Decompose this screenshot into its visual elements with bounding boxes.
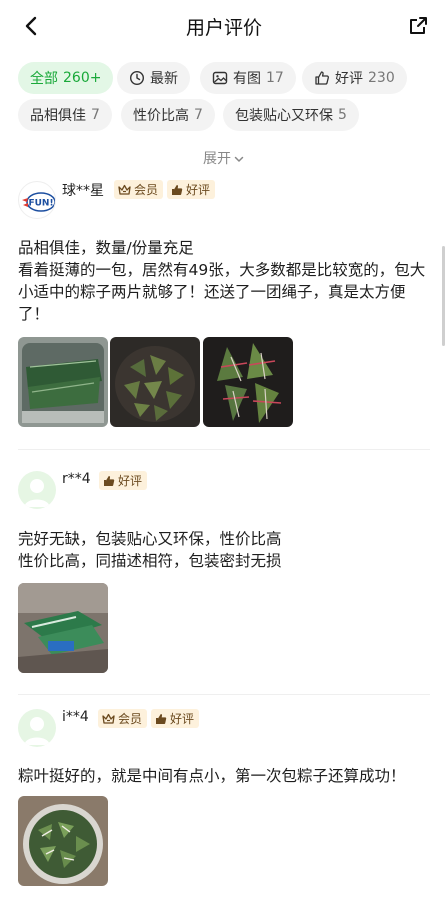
logo-text: FUN! — [28, 199, 53, 209]
filter-chip-latest[interactable]: 最新 — [117, 62, 190, 94]
review-text: 品相俱佳，数量/份量充足 看着挺薄的一包，居然有49张，大多数都是比较宽的，包大… — [18, 237, 430, 325]
zongzi-basket-photo — [18, 796, 108, 886]
rating-badge-label: 好评 — [118, 474, 143, 488]
review-photo[interactable] — [18, 583, 108, 673]
filter-label: 包装贴心又环保 — [235, 108, 333, 124]
review-divider — [18, 694, 430, 695]
filter-count: 260+ — [63, 70, 102, 86]
thumbs-up-icon — [156, 713, 167, 724]
expand-label: 展开 — [203, 151, 231, 167]
review-line: 粽叶挺好的，就是中间有点小，第一次包粽子还算成功！ — [18, 767, 406, 785]
review-photo[interactable] — [203, 337, 293, 427]
filter-label: 性价比高 — [133, 108, 189, 124]
avatar[interactable] — [18, 709, 56, 747]
username[interactable]: 球**星 — [62, 180, 104, 200]
filter-count: 5 — [338, 107, 347, 123]
zongzi-tied-photo — [203, 337, 293, 427]
zongzi-pot-photo — [110, 337, 200, 427]
filter-label: 有图 — [233, 71, 261, 87]
filter-chip-value[interactable]: 性价比高 7 — [121, 99, 215, 131]
filter-chip-quality[interactable]: 品相俱佳 7 — [18, 99, 112, 131]
review-divider — [18, 449, 430, 450]
fun-logo-icon: FUN! — [22, 192, 55, 212]
rating-badge-label: 好评 — [170, 712, 195, 726]
filter-chip-with-images[interactable]: 有图 17 — [200, 62, 296, 94]
image-icon — [212, 71, 228, 85]
thumbs-up-icon — [315, 71, 329, 85]
filter-count: 230 — [368, 70, 395, 86]
member-badge-label: 会员 — [118, 712, 143, 726]
review-line: 看着挺薄的一包，居然有49张，大多数都是比较宽的，包大小适中的粽子两片就够了！还… — [18, 261, 426, 323]
review-line: 完好无缺，包装贴心又环保，性价比高 — [18, 530, 282, 548]
username[interactable]: i**4 — [62, 709, 89, 725]
rating-badge: 好评 — [151, 709, 200, 728]
thumbs-up-icon — [172, 184, 183, 195]
filter-label: 好评 — [335, 71, 363, 87]
rating-badge-label: 好评 — [186, 183, 211, 197]
filter-chip-all[interactable]: 全部 260+ — [18, 62, 114, 94]
chevron-down-icon — [234, 156, 244, 162]
rating-badge: 好评 — [99, 471, 148, 490]
filter-label: 品相俱佳 — [30, 108, 86, 124]
member-badge: 会员 — [98, 709, 148, 728]
member-badge: 会员 — [114, 180, 164, 199]
review-line: 品相俱佳，数量/份量充足 — [18, 239, 194, 257]
username[interactable]: r**4 — [62, 471, 91, 487]
filter-label: 全部 — [30, 71, 58, 87]
filter-count: 7 — [91, 107, 100, 123]
scrollbar[interactable] — [442, 246, 445, 346]
review-photo[interactable] — [18, 796, 108, 886]
filter-chip-packaging[interactable]: 包装贴心又环保 5 — [223, 99, 359, 131]
crown-icon — [102, 713, 115, 724]
share-button[interactable] — [404, 12, 432, 40]
review-text: 粽叶挺好的，就是中间有点小，第一次包粽子还算成功！ — [18, 765, 430, 787]
zongzi-leaves-photo — [18, 337, 108, 427]
member-badge-label: 会员 — [134, 183, 159, 197]
clock-icon — [129, 70, 145, 86]
thumbs-up-icon — [104, 475, 115, 486]
review-photo[interactable] — [110, 337, 200, 427]
review-text: 完好无缺，包装贴心又环保，性价比高 性价比高，同描述相符，包装密封无损 — [18, 528, 430, 572]
top-bar: 用户评价 — [0, 0, 448, 52]
expand-filters-button[interactable]: 展开 — [0, 148, 448, 168]
zongzi-bag-photo — [18, 583, 108, 673]
review-line: 性价比高，同描述相符，包装密封无损 — [18, 552, 282, 570]
review-photo[interactable] — [18, 337, 108, 427]
default-avatar-icon — [24, 479, 50, 507]
filter-label: 最新 — [150, 71, 178, 87]
crown-icon — [118, 184, 131, 195]
default-avatar-icon — [24, 717, 50, 745]
avatar[interactable]: FUN! — [18, 181, 56, 219]
page-title: 用户评价 — [185, 17, 262, 39]
avatar[interactable] — [18, 471, 56, 509]
filter-chip-positive[interactable]: 好评 230 — [302, 62, 407, 94]
filter-count: 7 — [194, 107, 203, 123]
share-icon — [410, 17, 427, 34]
filter-count: 17 — [266, 70, 284, 86]
rating-badge: 好评 — [167, 180, 216, 199]
